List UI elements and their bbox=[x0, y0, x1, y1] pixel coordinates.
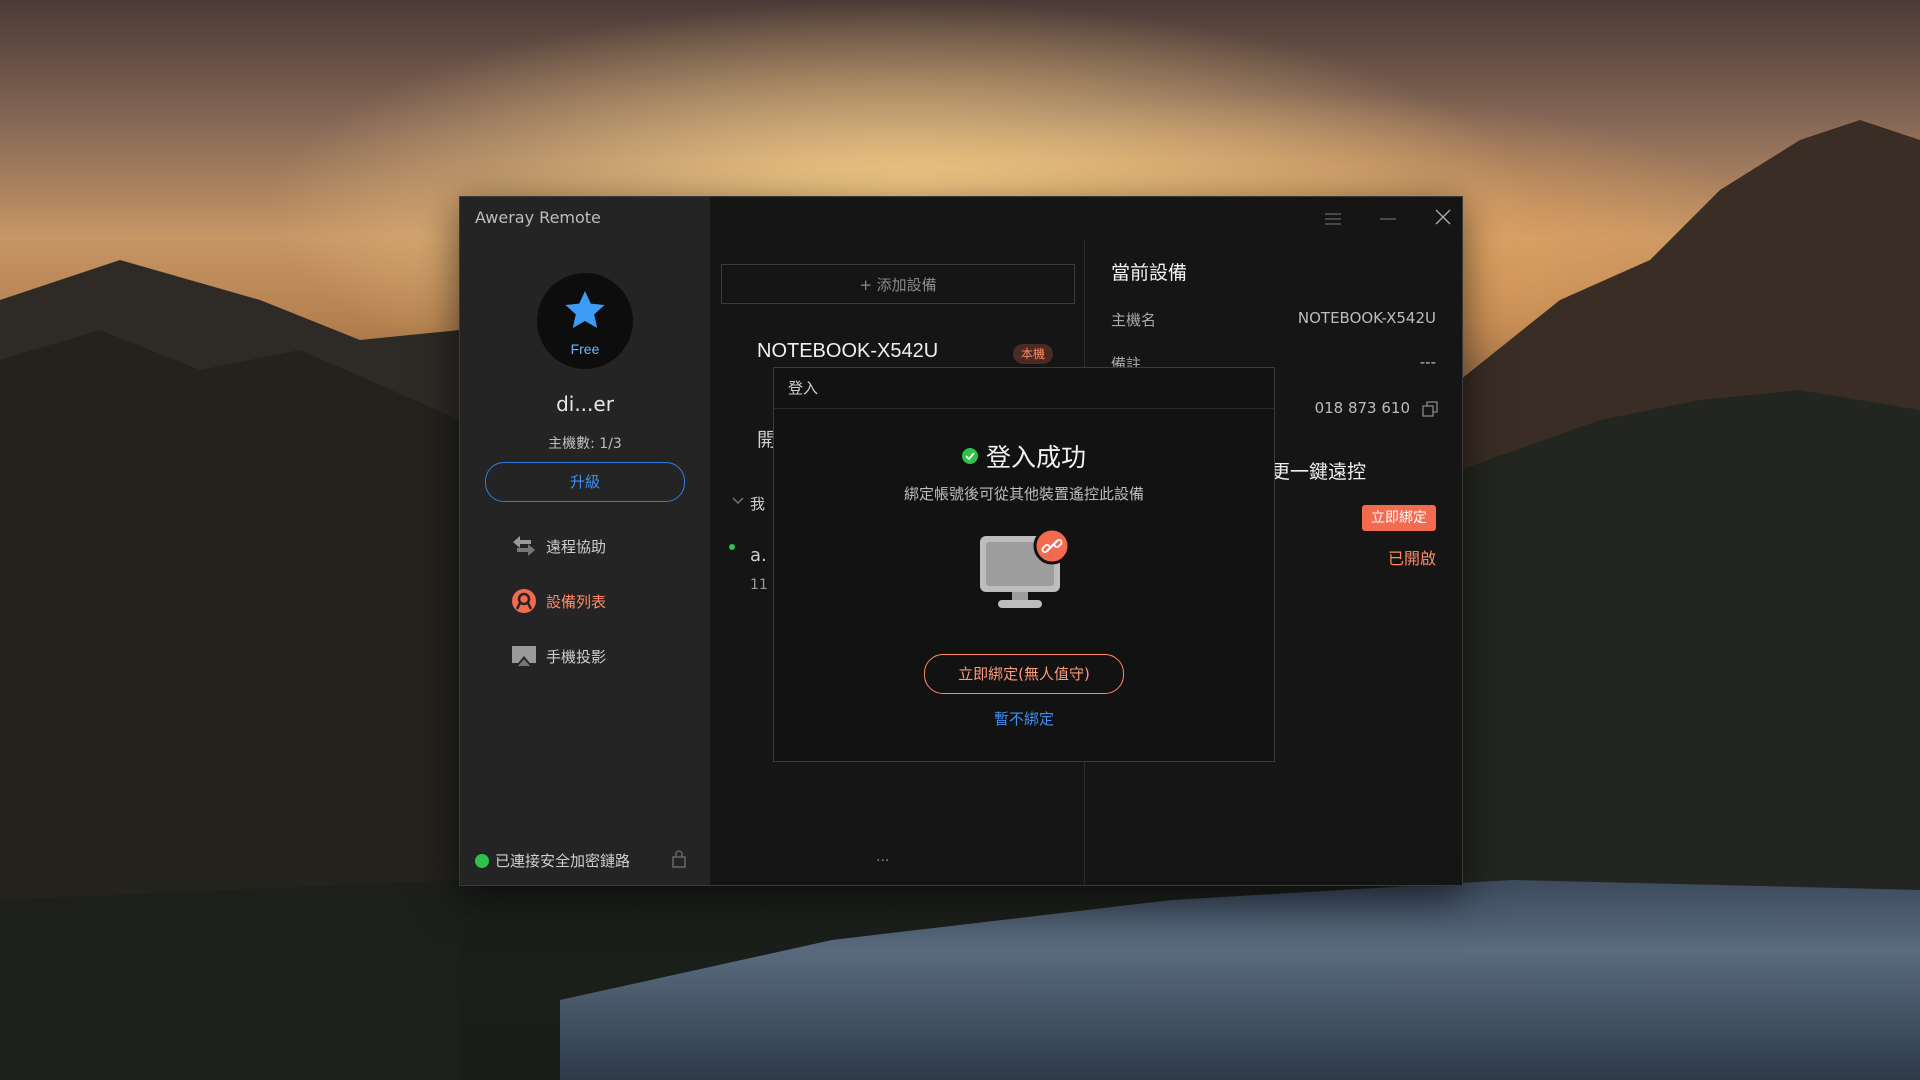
hostname-value: NOTEBOOK-X542U bbox=[1297, 309, 1436, 327]
device-name[interactable]: NOTEBOOK-X542U bbox=[757, 340, 938, 363]
nav-label-screen-cast: 手機投影 bbox=[546, 647, 607, 666]
nav-item-device-list[interactable]: 設備列表 bbox=[510, 586, 606, 616]
skip-bind-link[interactable]: 暫不綁定 bbox=[774, 708, 1274, 729]
avatar[interactable]: Free bbox=[537, 273, 633, 369]
device-id-fragment: 11 bbox=[750, 577, 768, 593]
status-dot-icon bbox=[475, 853, 489, 868]
host-count: 主機數: 1/3 bbox=[548, 436, 622, 452]
screen-cast-icon bbox=[510, 643, 538, 669]
device-list-icon bbox=[510, 588, 538, 614]
dialog-title: 登入 bbox=[774, 368, 1274, 409]
app-title: Aweray Remote bbox=[475, 208, 601, 227]
bind-now-button[interactable]: 立即綁定 bbox=[1362, 505, 1436, 531]
username: di...er bbox=[556, 392, 614, 416]
note-value[interactable]: --- bbox=[1420, 353, 1436, 371]
local-badge: 本機 bbox=[1013, 344, 1054, 364]
success-text: 登入成功 bbox=[985, 443, 1086, 472]
enabled-status[interactable]: 已開啟 bbox=[1388, 545, 1436, 569]
online-dot-icon bbox=[729, 544, 735, 550]
login-dialog: 登入 登入成功 綁定帳號後可從其他裝置遙控此設備 立即綁定(無人值守) 暫不綁定 bbox=[773, 367, 1275, 762]
more-dots: ... bbox=[876, 849, 890, 865]
plan-label: Free bbox=[570, 341, 600, 357]
connection-status-text: 已連接安全加密鏈路 bbox=[495, 852, 631, 870]
lock-icon[interactable] bbox=[671, 850, 687, 868]
nav-label-device-list: 設備列表 bbox=[546, 592, 607, 611]
device-item-fragment[interactable]: a. bbox=[750, 545, 767, 566]
nav-label-remote-assist: 遠程協助 bbox=[546, 537, 607, 556]
dialog-description: 綁定帳號後可從其他裝置遙控此設備 bbox=[903, 485, 1144, 503]
device-id-value: 018 873 610 bbox=[1314, 399, 1410, 417]
my-devices-fragment[interactable]: 我 bbox=[750, 493, 765, 514]
add-device-button[interactable]: + 添加設備 bbox=[721, 264, 1075, 304]
success-check-icon bbox=[961, 448, 978, 464]
chevron-down-icon[interactable] bbox=[732, 497, 744, 505]
sidebar: Aweray Remote Free di...er 主機數: 1/3 升級 遠… bbox=[460, 197, 710, 885]
remote-assist-icon bbox=[510, 533, 538, 559]
login-success-heading: 登入成功 bbox=[774, 438, 1274, 474]
current-device-title: 當前設備 bbox=[1111, 262, 1188, 284]
star-icon bbox=[565, 291, 605, 328]
bind-unattended-button[interactable]: 立即綁定(無人值守) bbox=[924, 654, 1124, 694]
nav-item-screen-cast[interactable]: 手機投影 bbox=[510, 641, 606, 671]
copy-icon[interactable] bbox=[1422, 401, 1438, 417]
connection-status: 已連接安全加密鏈路 bbox=[475, 850, 630, 871]
one-click-remote-fragment: 更一鍵遠控 bbox=[1271, 461, 1367, 483]
monitor-link-icon bbox=[980, 528, 1071, 608]
upgrade-button[interactable]: 升級 bbox=[485, 462, 685, 502]
nav-item-remote-assist[interactable]: 遠程協助 bbox=[510, 531, 606, 561]
hostname-label: 主機名 bbox=[1111, 311, 1157, 329]
